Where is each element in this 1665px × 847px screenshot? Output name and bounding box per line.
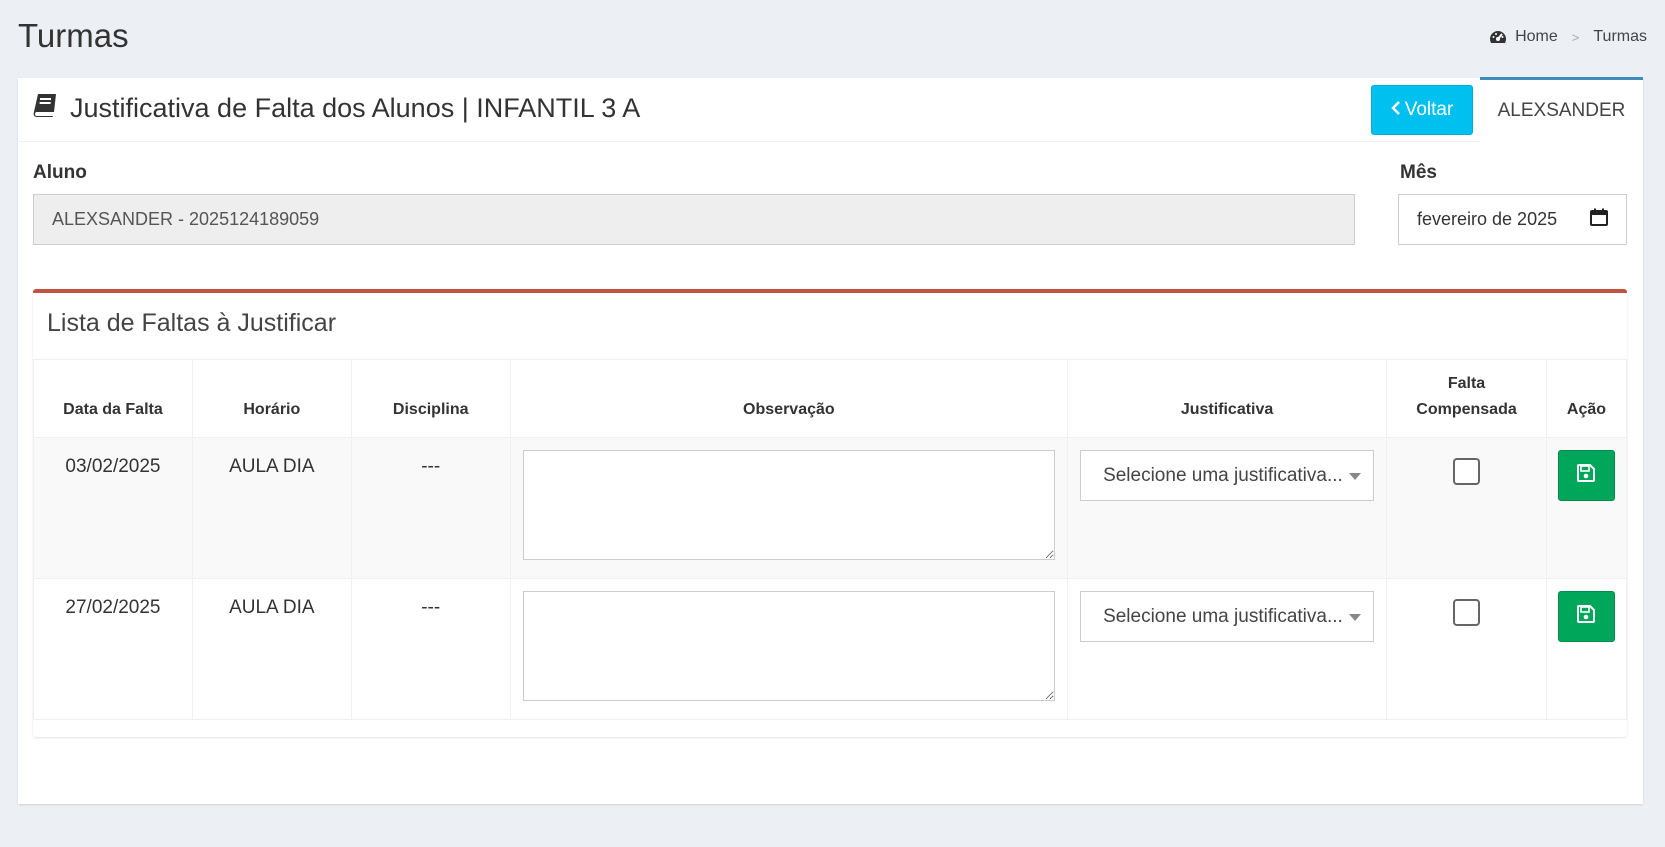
col-falta-line2: Compensada xyxy=(1416,401,1517,418)
breadcrumb-home-link[interactable]: Home xyxy=(1515,28,1558,46)
breadcrumb-current: Turmas xyxy=(1593,28,1647,45)
aluno-value: ALEXSANDER - 2025124189059 xyxy=(52,209,320,229)
calendar-icon[interactable] xyxy=(1590,208,1608,231)
book-icon xyxy=(32,92,58,125)
row-horario: AULA DIA xyxy=(191,578,352,720)
col-justificativa: Justificativa xyxy=(1067,359,1388,438)
floppy-disk-icon xyxy=(1577,463,1596,488)
col-observacao: Observação xyxy=(509,359,1069,438)
row-disciplina: --- xyxy=(350,437,511,579)
page-title: Turmas xyxy=(18,17,129,54)
justificativa-select-value: Selecione uma justificativa... xyxy=(1103,464,1343,486)
faltas-title: Lista de Faltas à Justificar xyxy=(47,309,337,337)
justificativa-select[interactable]: Selecione uma justificativa... xyxy=(1080,591,1375,642)
col-data: Data da Falta xyxy=(33,359,193,438)
month-input[interactable]: fevereiro de 2025 xyxy=(1398,194,1627,245)
falta-compensada-checkbox[interactable] xyxy=(1453,458,1480,485)
save-button[interactable] xyxy=(1557,591,1615,642)
row-justificativa-cell: Selecione uma justificativa... xyxy=(1067,578,1388,720)
save-button[interactable] xyxy=(1557,450,1615,501)
main-box: Justificativa de Falta dos Alunos | INFA… xyxy=(18,77,1643,804)
row-compensada-cell xyxy=(1386,437,1547,579)
col-acao: Ação xyxy=(1545,359,1628,438)
table-row: 27/02/2025 AULA DIA --- Selecione uma ju… xyxy=(33,578,1628,720)
breadcrumb: Home > Turmas xyxy=(1489,28,1647,46)
row-acao-cell xyxy=(1545,578,1628,720)
caret-down-icon xyxy=(1349,614,1362,621)
col-falta-line1: Falta xyxy=(1447,375,1486,392)
row-justificativa-cell: Selecione uma justificativa... xyxy=(1067,437,1388,579)
col-disciplina: Disciplina xyxy=(350,359,511,438)
box-title: Justificativa de Falta dos Alunos | INFA… xyxy=(32,92,640,125)
faltas-table: Data da Falta Horário Disciplina Observa… xyxy=(33,359,1628,720)
justificativa-select[interactable]: Selecione uma justificativa... xyxy=(1080,450,1375,501)
table-header-row: Data da Falta Horário Disciplina Observa… xyxy=(33,359,1628,438)
caret-down-icon xyxy=(1349,473,1362,480)
table-row: 03/02/2025 AULA DIA --- Selecione uma ju… xyxy=(33,437,1628,579)
month-value: fevereiro de 2025 xyxy=(1417,209,1558,229)
page-header: Turmas Home > Turmas xyxy=(18,16,1647,56)
observacao-textarea[interactable] xyxy=(522,450,1056,560)
tab-user[interactable]: ALEXSANDER xyxy=(1480,77,1643,142)
justificativa-select-value: Selecione uma justificativa... xyxy=(1103,605,1343,627)
row-data: 27/02/2025 xyxy=(33,578,193,720)
dashboard-icon xyxy=(1489,29,1507,45)
box-header: Justificativa de Falta dos Alunos | INFA… xyxy=(18,77,1643,142)
aluno-label: Aluno xyxy=(33,162,87,183)
chevron-left-icon xyxy=(1390,99,1401,121)
row-horario: AULA DIA xyxy=(191,437,352,579)
breadcrumb-separator: > xyxy=(1571,29,1580,45)
row-acao-cell xyxy=(1545,437,1628,579)
aluno-field: ALEXSANDER - 2025124189059 xyxy=(33,194,1355,245)
row-compensada-cell xyxy=(1386,578,1547,720)
observacao-textarea[interactable] xyxy=(522,591,1056,701)
col-falta-compensada: Falta Compensada xyxy=(1386,359,1547,438)
back-button[interactable]: Voltar xyxy=(1371,85,1473,135)
row-data: 03/02/2025 xyxy=(33,437,193,579)
row-observacao-cell xyxy=(509,578,1069,720)
mes-label: Mês xyxy=(1400,162,1437,183)
row-disciplina: --- xyxy=(350,578,511,720)
floppy-disk-icon xyxy=(1577,604,1596,629)
faltas-box: Lista de Faltas à Justificar Data da Fal… xyxy=(33,289,1628,737)
back-button-label: Voltar xyxy=(1404,99,1454,120)
falta-compensada-checkbox[interactable] xyxy=(1453,599,1480,626)
col-horario: Horário xyxy=(191,359,352,438)
box-title-text: Justificativa de Falta dos Alunos | INFA… xyxy=(70,93,641,123)
row-observacao-cell xyxy=(509,437,1069,579)
